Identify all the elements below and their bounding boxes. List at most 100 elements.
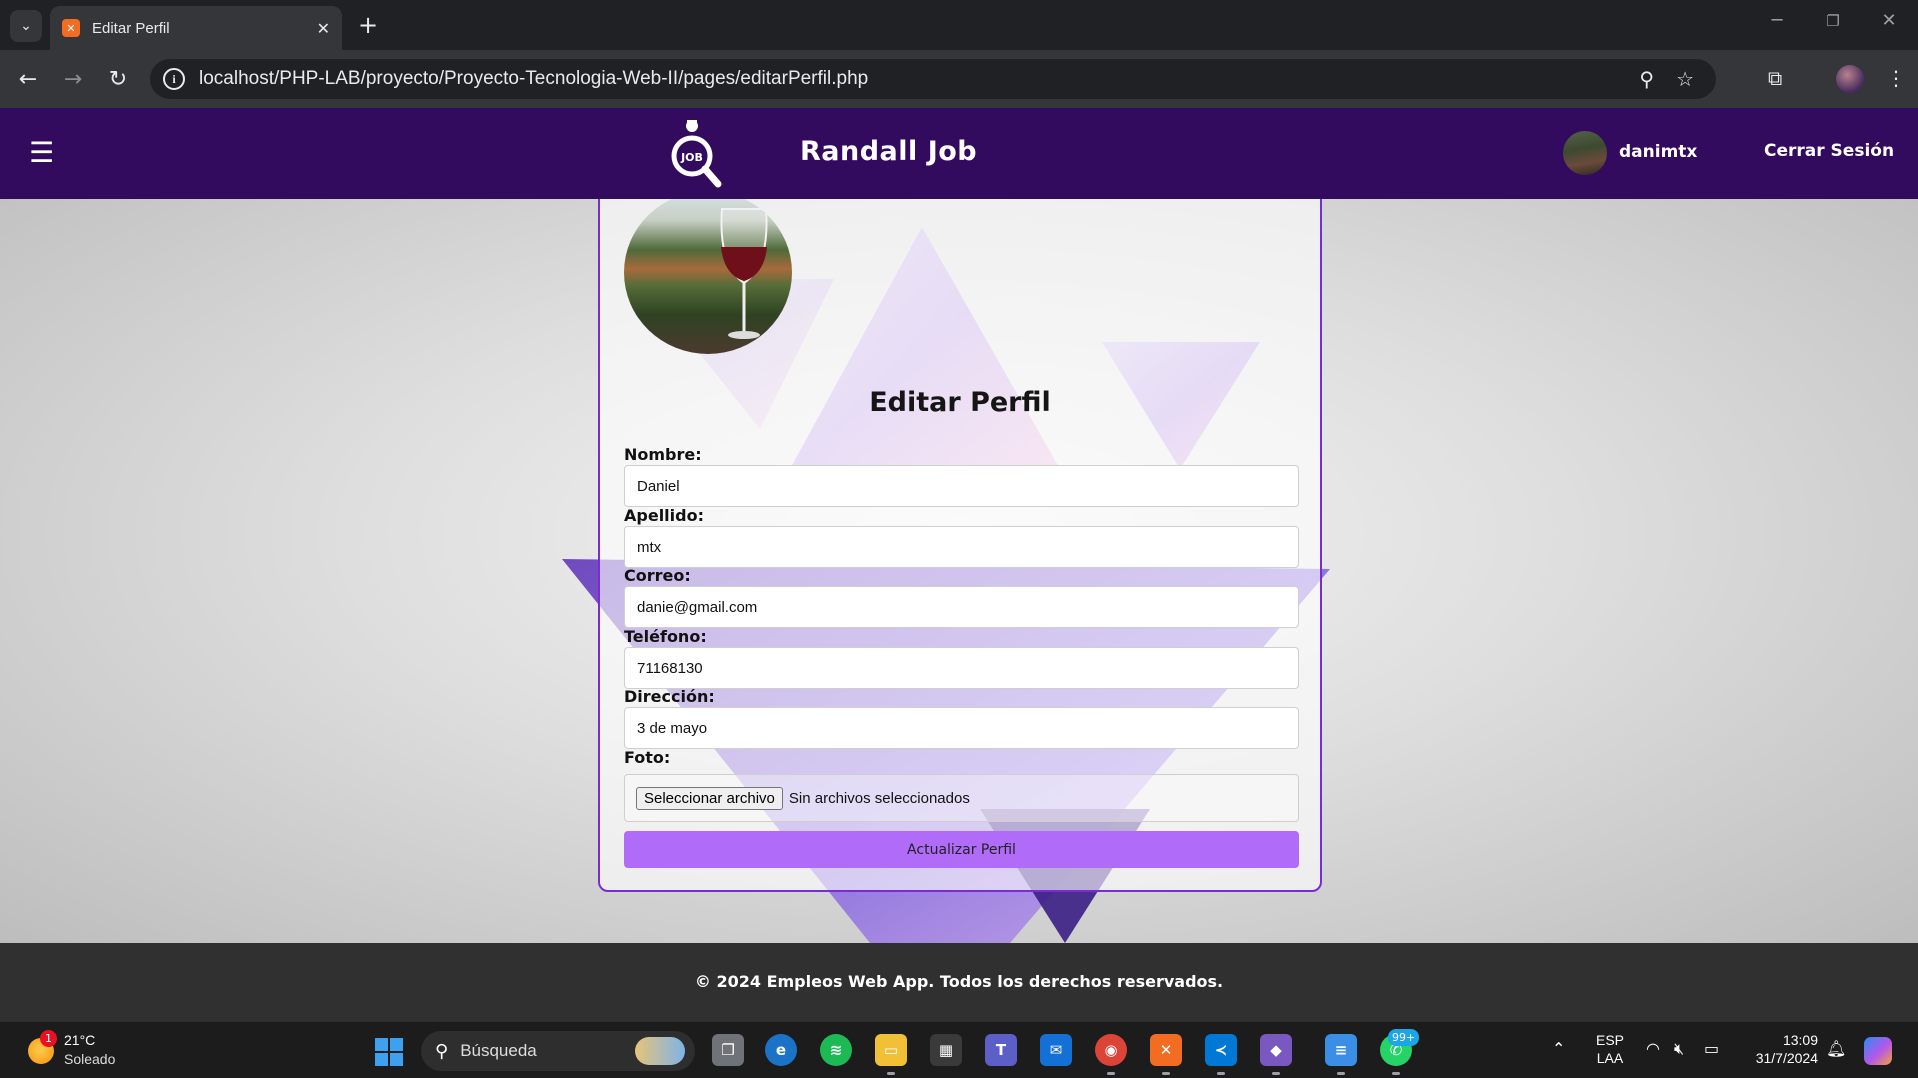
- taskbar-search[interactable]: ⚲ Búsqueda: [421, 1031, 695, 1071]
- microsoft-store-icon[interactable]: ▦: [930, 1034, 962, 1066]
- weather-condition[interactable]: Soleado: [64, 1051, 115, 1067]
- teams-icon[interactable]: T: [985, 1034, 1017, 1066]
- vscode-icon[interactable]: ≺: [1205, 1034, 1237, 1066]
- username-label[interactable]: danimtx: [1619, 142, 1697, 162]
- tab-title: Editar Perfil: [92, 19, 170, 37]
- search-placeholder: Búsqueda: [460, 1041, 537, 1060]
- browser-toolbar: ← → ↻ i localhost/PHP-LAB/proyecto/Proye…: [0, 50, 1918, 108]
- clock-time: 13:09: [1782, 1032, 1818, 1048]
- copilot-icon[interactable]: [1864, 1037, 1892, 1065]
- reload-button[interactable]: ↻: [103, 64, 133, 94]
- notepad-icon[interactable]: ≡: [1325, 1034, 1357, 1066]
- running-indicator: [1272, 1072, 1280, 1075]
- browser-tabstrip: ⌄ ✕ Editar Perfil ✕ + ─ ❐ ✕: [0, 0, 1918, 50]
- weather-notification-badge: 1: [40, 1030, 57, 1047]
- form-title: Editar Perfil: [869, 387, 1051, 418]
- back-button[interactable]: ←: [13, 64, 43, 94]
- direccion-label: Dirección:: [624, 687, 715, 706]
- profile-photo: [624, 199, 792, 354]
- browser-tab-active[interactable]: ✕ Editar Perfil ✕: [50, 6, 342, 50]
- bookmark-star-icon[interactable]: ☆: [1676, 67, 1694, 91]
- task-view-icon[interactable]: ❐: [712, 1034, 744, 1066]
- arrow-left-icon: ←: [18, 66, 38, 92]
- wifi-icon[interactable]: ◠: [1646, 1039, 1660, 1058]
- tray-overflow-chevron-icon[interactable]: ⌃: [1552, 1039, 1565, 1058]
- hamburger-menu-icon[interactable]: ☰: [29, 138, 54, 168]
- wine-glass-icon: [720, 208, 768, 339]
- restore-window-button[interactable]: ❐: [1818, 12, 1848, 30]
- running-indicator: [1217, 1072, 1225, 1075]
- keyboard-layout: LAA: [1596, 1050, 1624, 1066]
- apellido-label: Apellido:: [624, 506, 704, 525]
- xampp-icon[interactable]: ✕: [1150, 1034, 1182, 1066]
- telefono-input[interactable]: [624, 647, 1299, 689]
- main-content: Editar Perfil Nombre: Apellido: Correo: …: [0, 199, 1918, 943]
- logo-text: JOB: [680, 151, 703, 164]
- correo-label: Correo:: [624, 566, 691, 585]
- running-indicator: [1162, 1072, 1170, 1075]
- start-button[interactable]: [375, 1038, 403, 1066]
- git-kraken-icon[interactable]: ◆: [1260, 1034, 1292, 1066]
- site-header: ☰ JOB Randall Job danimtx Cerrar Sesión: [0, 108, 1918, 199]
- notification-bell-icon[interactable]: 🔔︎: [1826, 1039, 1846, 1058]
- forward-button[interactable]: →: [58, 64, 88, 94]
- arrow-right-icon: →: [63, 66, 83, 92]
- close-window-button[interactable]: ✕: [1874, 10, 1904, 31]
- direccion-input[interactable]: [624, 707, 1299, 749]
- zoom-icon[interactable]: ⚲: [1639, 67, 1654, 91]
- nombre-input[interactable]: [624, 465, 1299, 507]
- footer-copyright: © 2024 Empleos Web App. Todos los derech…: [694, 972, 1224, 991]
- input-language[interactable]: ESP LAA: [1596, 1031, 1624, 1067]
- mail-icon[interactable]: ✉: [1040, 1034, 1072, 1066]
- file-status-text: Sin archivos seleccionados: [788, 789, 970, 807]
- new-tab-button[interactable]: +: [354, 11, 382, 39]
- correo-input[interactable]: [624, 586, 1299, 628]
- chrome-profile-avatar[interactable]: [1836, 65, 1864, 93]
- running-indicator: [1392, 1072, 1400, 1075]
- minimize-window-button[interactable]: ─: [1762, 10, 1792, 31]
- clock[interactable]: 13:09 31/7/2024: [1740, 1031, 1818, 1067]
- xampp-favicon-icon: ✕: [62, 19, 80, 37]
- logout-link[interactable]: Cerrar Sesión: [1764, 141, 1894, 161]
- weather-temperature[interactable]: 21°C: [64, 1032, 95, 1048]
- reload-icon: ↻: [108, 66, 128, 92]
- user-avatar[interactable]: [1563, 131, 1607, 175]
- site-footer: © 2024 Empleos Web App. Todos los derech…: [0, 943, 1918, 1021]
- file-explorer-icon[interactable]: ▭: [875, 1034, 907, 1066]
- randall-job-logo[interactable]: JOB: [670, 118, 728, 190]
- extensions-puzzle-icon[interactable]: ⧉: [1768, 66, 1782, 90]
- spotify-icon[interactable]: ≋: [820, 1034, 852, 1066]
- battery-icon[interactable]: ▭: [1704, 1039, 1719, 1058]
- edge-icon[interactable]: e: [765, 1034, 797, 1066]
- chrome-menu-icon[interactable]: ⋮: [1886, 66, 1906, 90]
- windows-logo-pane: [375, 1038, 388, 1051]
- running-indicator: [887, 1072, 895, 1075]
- photo-file-input[interactable]: Seleccionar archivo Sin archivos selecci…: [624, 774, 1299, 822]
- running-indicator: [1337, 1072, 1345, 1075]
- foto-label: Foto:: [624, 748, 671, 767]
- choose-file-button[interactable]: Seleccionar archivo: [636, 786, 783, 810]
- update-profile-button[interactable]: Actualizar Perfil: [624, 831, 1299, 868]
- url-text[interactable]: localhost/PHP-LAB/proyecto/Proyecto-Tecn…: [199, 68, 1639, 90]
- site-title: Randall Job: [800, 136, 978, 167]
- windows-logo-pane: [375, 1053, 388, 1066]
- language-code: ESP: [1596, 1032, 1625, 1048]
- nombre-label: Nombre:: [624, 445, 702, 464]
- clock-date: 31/7/2024: [1755, 1050, 1818, 1066]
- windows-taskbar: 1 21°C Soleado ⚲ Búsqueda ❐ e ≋ ▭ ▦ T ✉ …: [0, 1021, 1918, 1078]
- tab-search-button[interactable]: ⌄: [10, 10, 42, 42]
- search-highlight-icon: [635, 1037, 685, 1065]
- chevron-down-icon: ⌄: [20, 18, 32, 34]
- chrome-icon[interactable]: ◉: [1095, 1034, 1127, 1066]
- address-bar[interactable]: i localhost/PHP-LAB/proyecto/Proyecto-Te…: [150, 59, 1716, 99]
- telefono-label: Teléfono:: [624, 627, 707, 646]
- edit-profile-card: Editar Perfil Nombre: Apellido: Correo: …: [598, 199, 1322, 892]
- windows-logo-pane: [390, 1053, 403, 1066]
- speaker-muted-icon[interactable]: 🔇︎: [1674, 1039, 1684, 1059]
- search-icon: ⚲: [435, 1040, 449, 1062]
- site-info-icon[interactable]: i: [163, 68, 185, 90]
- running-indicator: [1107, 1072, 1115, 1075]
- tab-close-icon[interactable]: ✕: [317, 19, 330, 38]
- apellido-input[interactable]: [624, 526, 1299, 568]
- whatsapp-badge: 99+: [1388, 1029, 1420, 1046]
